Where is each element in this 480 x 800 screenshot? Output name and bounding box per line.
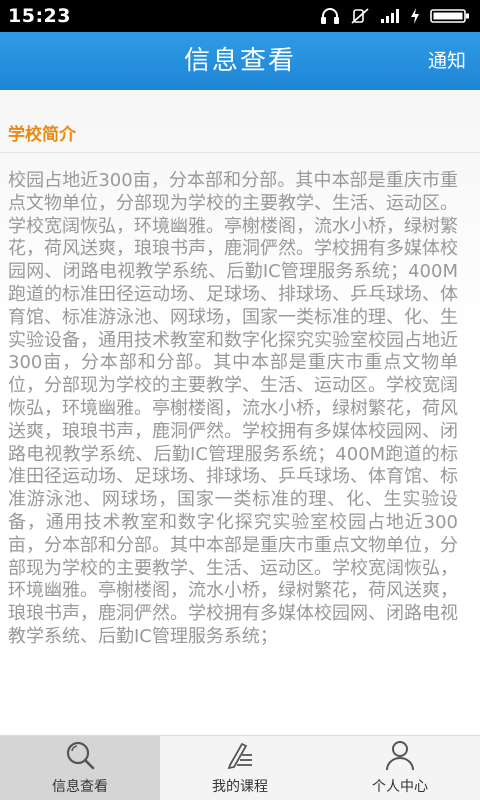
school-intro-text: 校园占地近300亩，分本部和分部。其中本部是重庆市重点文物单位，分部现为学校的主…: [8, 170, 458, 647]
status-bar: 15:23: [0, 0, 480, 32]
course-edit-icon: [222, 739, 258, 773]
nav-label-courses: 我的课程: [212, 779, 268, 795]
status-icons: [320, 7, 470, 25]
page-title: 信息查看: [183, 46, 296, 76]
content-area[interactable]: 学校简介 校园占地近300亩，分本部和分部。其中本部是重庆市重点文物单位，分部现…: [0, 90, 480, 735]
notify-button[interactable]: 通知: [428, 32, 466, 90]
mute-icon: [350, 7, 370, 25]
section-title: 学校简介: [8, 125, 76, 145]
nav-item-profile[interactable]: 个人中心: [320, 736, 480, 800]
nav-label-profile: 个人中心: [372, 779, 428, 795]
nav-item-courses[interactable]: 我的课程: [160, 736, 320, 800]
app-header: 信息查看 通知: [0, 32, 480, 90]
person-icon: [382, 739, 418, 773]
section-divider: [0, 152, 480, 153]
signal-icon: [380, 8, 400, 24]
charging-icon: [410, 8, 420, 24]
nav-item-info[interactable]: 信息查看: [0, 736, 160, 800]
search-icon: [62, 739, 98, 773]
status-time: 15:23: [8, 5, 71, 27]
battery-icon: [430, 8, 470, 24]
bottom-nav: 信息查看 我的课程 个人中心: [0, 735, 480, 800]
headphones-icon: [320, 7, 340, 25]
nav-label-info: 信息查看: [52, 779, 108, 795]
